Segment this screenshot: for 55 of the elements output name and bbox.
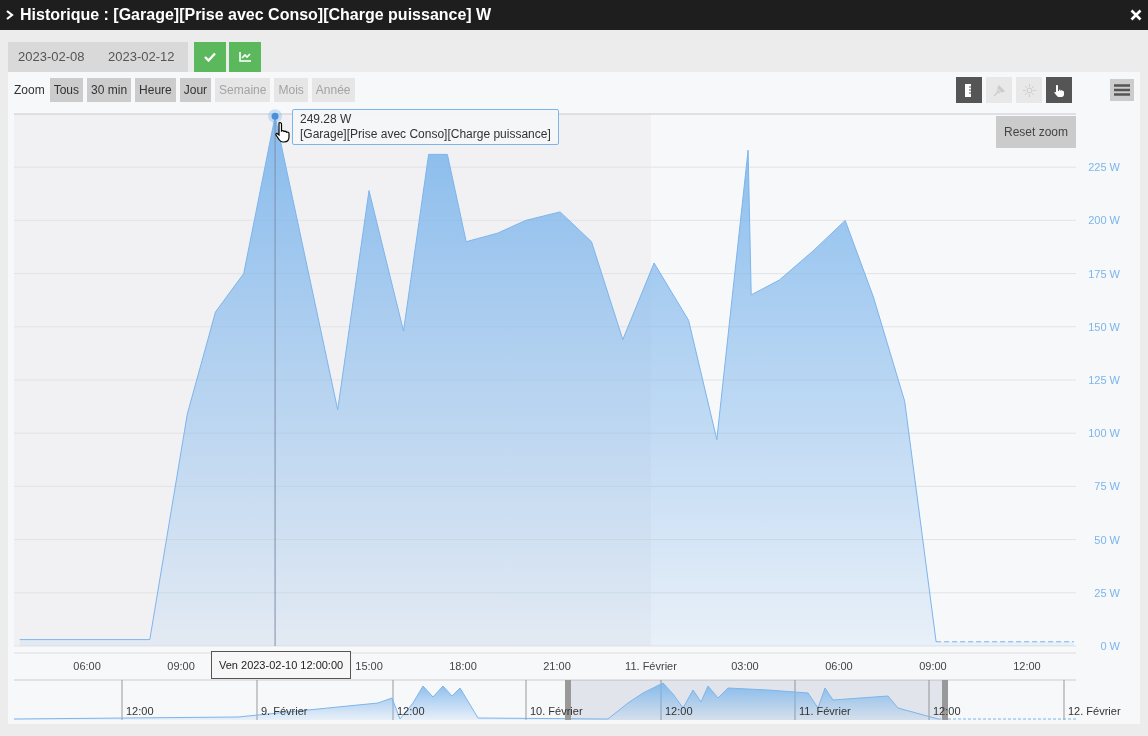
navigator-label: 9. Février: [261, 705, 308, 717]
hand-icon: [1052, 83, 1066, 97]
sun-icon: [1022, 83, 1036, 97]
reset-zoom-button[interactable]: Reset zoom: [996, 116, 1077, 148]
zoom-range-button[interactable]: Jour: [179, 78, 212, 102]
y-axis-label: 200 W: [1088, 214, 1120, 227]
navigator-label: 12:00: [665, 705, 693, 717]
menu-icon: [1114, 84, 1130, 96]
x-axis-label: 11. Février: [625, 660, 677, 672]
ruler-tool-button[interactable]: [956, 77, 982, 103]
x-axis-label: 09:00: [919, 660, 947, 672]
y-axis-label: 50 W: [1094, 533, 1120, 546]
navigator-label: 12:00: [397, 705, 425, 717]
tooltip-value: 249.28 W: [300, 112, 353, 127]
x-axis-label: 09:00: [167, 660, 195, 672]
chevron-icon[interactable]: [6, 10, 14, 20]
navigator-label: 12. Février: [1068, 705, 1121, 717]
y-axis-label: 0 W: [1100, 640, 1120, 652]
zoom-range-button[interactable]: Heure: [135, 78, 176, 102]
y-axis-label: 175 W: [1088, 267, 1120, 280]
check-icon: [204, 52, 216, 62]
window-title: Historique : [Garage][Prise avec Conso][Charge puissance] W: [20, 5, 492, 25]
zoom-range-button[interactable]: Tous: [49, 78, 84, 102]
y-axis-label: 225 W: [1088, 161, 1120, 174]
cursor-icon: [274, 121, 292, 143]
x-axis-label: 15:00: [355, 660, 383, 672]
y-axis-label: 125 W: [1088, 374, 1120, 386]
x-axis-label: 06:00: [73, 660, 101, 672]
start-date-field[interactable]: 2023-02-08: [8, 47, 98, 67]
navigator-label: 11. Février: [799, 705, 851, 717]
chart-icon: [238, 52, 252, 62]
hover-point: [268, 109, 283, 124]
validate-button[interactable]: [194, 42, 226, 72]
crosshair-label: Ven 2023-02-10 12:00:00: [211, 651, 352, 679]
y-axis-label: 25 W: [1094, 586, 1120, 599]
navigator-label: 12:00: [126, 705, 154, 717]
y-axis-label: 100 W: [1088, 427, 1120, 440]
navigator-label: 10. Février: [530, 705, 583, 717]
x-axis-label: 03:00: [731, 660, 759, 672]
y-axis-label: 75 W: [1094, 480, 1120, 493]
x-axis-label: 21:00: [543, 660, 571, 672]
x-axis-label: 12:00: [1013, 660, 1041, 672]
hand-tool-button[interactable]: [1046, 77, 1072, 103]
pin-icon: [992, 83, 1006, 97]
close-icon[interactable]: [1130, 9, 1142, 21]
zoom-label: Zoom: [14, 82, 45, 99]
x-axis-label: 06:00: [825, 660, 853, 672]
end-date-field[interactable]: 2023-02-12: [98, 47, 188, 67]
navigator-label: 12:00: [933, 705, 961, 717]
zoom-range-button[interactable]: 30 min: [87, 78, 132, 102]
tooltip-series-name: [Garage][Prise avec Conso][Charge puissance]: [300, 127, 551, 142]
x-axis-label: 18:00: [449, 660, 477, 672]
menu-button[interactable]: [1110, 79, 1134, 101]
chart-button[interactable]: [229, 42, 261, 72]
y-axis-label: 150 W: [1088, 320, 1120, 333]
